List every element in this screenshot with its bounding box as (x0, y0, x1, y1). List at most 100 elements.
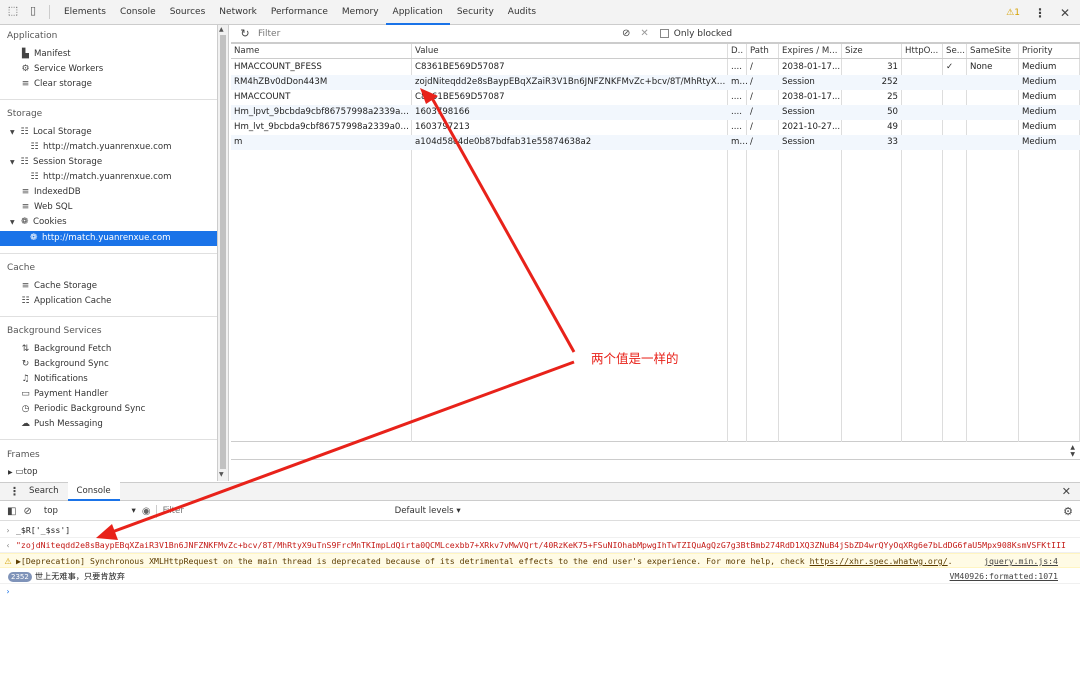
tab-network[interactable]: Network (212, 0, 264, 25)
tab-security[interactable]: Security (450, 0, 501, 25)
inspect-element-icon[interactable]: ⬚ (6, 5, 20, 19)
cell-expires: 2021-10-27... (782, 122, 841, 132)
log-source-link[interactable]: VM40926:formatted:1071 (944, 569, 1058, 583)
console-filter-input[interactable] (162, 504, 383, 518)
sidebar-item-background-fetch[interactable]: ⇅ Background Fetch (20, 342, 112, 357)
sidebar-item-web-sql[interactable]: ≡ Web SQL (20, 200, 73, 215)
warning-help-link[interactable]: https://xhr.spec.whatwg.org/ (810, 556, 948, 566)
clear-all-icon[interactable]: ⊘ (622, 28, 630, 39)
sidebar-item-cache-storage[interactable]: ≡ Cache Storage (20, 279, 97, 294)
tab-elements[interactable]: Elements (57, 0, 113, 25)
cookie-filter-input[interactable] (258, 26, 610, 41)
sidebar-item-cookies[interactable]: ▼ ❁ Cookies (10, 215, 67, 230)
only-blocked-checkbox[interactable] (659, 29, 669, 38)
cell-samesite (967, 135, 1019, 150)
gear-icon: ⚙ (21, 64, 30, 74)
console-settings-icon[interactable]: ⚙ (1063, 505, 1073, 518)
drawer-tab-search[interactable]: Search (20, 482, 68, 501)
table-row[interactable]: Hm_lvt_9bcbda9cbf86757998a2339a04... 1603… (231, 120, 1080, 135)
column-header[interactable]: Se... (943, 44, 967, 59)
expand-arrow-icon[interactable]: ▼ (10, 125, 17, 140)
sidebar-item-notifications[interactable]: ♫ Notifications (20, 372, 87, 387)
console-prompt[interactable]: › (0, 584, 1080, 599)
cell-value: 1603798166 (415, 107, 470, 117)
cell-samesite (967, 120, 1019, 135)
table-row[interactable]: RM4hZBv0dDon443M zojdNiteqdd2e8sBaypEBqXZ… (231, 75, 1080, 90)
sidebar-item-session-storage-origin[interactable]: ☷ http://match.yuanrenxue.com (29, 170, 171, 185)
expand-arrow-icon[interactable]: ▶ (8, 469, 13, 476)
console-toolbar: ◧ ⊘ top▾ ◉ Default levels ▾ ⚙ (0, 502, 1080, 521)
column-header[interactable]: Name (231, 44, 412, 59)
tab-memory[interactable]: Memory (335, 0, 386, 25)
sidebar-item-payment-handler[interactable]: ▭ Payment Handler (20, 387, 108, 402)
scroll-up-icon[interactable]: ▲ (219, 26, 224, 33)
dropdown-arrow-icon: ▾ (131, 506, 136, 516)
tab-performance[interactable]: Performance (264, 0, 335, 25)
tab-audits[interactable]: Audits (501, 0, 543, 25)
section-title-storage: Storage (7, 109, 43, 119)
table-row[interactable]: m a104d58c4de0b87bdfab31e55874638a2 m... / S… (231, 135, 1080, 150)
sidebar-item-indexeddb[interactable]: ≡ IndexedDB (20, 185, 81, 200)
close-drawer-icon[interactable]: ✕ (1062, 485, 1071, 498)
context-selector[interactable]: top ▾ (44, 506, 136, 516)
table-row[interactable]: Hm_lpvt_9bcbda9cbf86757998a2339a0... 1603… (231, 105, 1080, 120)
warning-source-link[interactable]: jquery.min.js:4 (978, 554, 1058, 567)
eye-icon[interactable]: ◉ (142, 506, 151, 517)
column-header[interactable]: HttpO... (902, 44, 943, 59)
column-header[interactable]: D.. (728, 44, 747, 59)
divider (0, 253, 217, 254)
column-header[interactable]: Priority (1019, 44, 1080, 59)
column-header[interactable]: Path (747, 44, 779, 59)
sidebar-item-manifest[interactable]: ▙ Manifest (20, 47, 71, 62)
sidebar-item-local-storage[interactable]: ▼ ☷ Local Storage (10, 125, 92, 140)
scroll-down-icon[interactable]: ▼ (219, 471, 224, 478)
cookie-icon: ❁ (29, 233, 38, 243)
sidebar-item-background-sync[interactable]: ↻ Background Sync (20, 357, 109, 372)
warning-counter[interactable]: ⚠1 (1006, 8, 1020, 18)
delete-selected-icon[interactable]: ✕ (640, 28, 648, 39)
sidebar-item-periodic-background-sync[interactable]: ◷ Periodic Background Sync (20, 402, 146, 417)
table-row[interactable]: HMACCOUNT C8361BE569D57087.... / 2038-01-17… (231, 90, 1080, 105)
expand-arrow-icon[interactable]: ▼ (10, 215, 17, 230)
cell-value: C8361BE569D57087 (415, 62, 505, 72)
credit-card-icon: ▭ (21, 389, 30, 399)
scrollbar-thumb[interactable] (220, 35, 226, 469)
cell-priority: Medium (1022, 107, 1057, 117)
table-row[interactable]: HMACCOUNT_BFESS C8361BE569D57087.... / 2038… (231, 60, 1080, 75)
devtools-tab-bar: ⬚ ▯ Elements Console Sources Network Per… (0, 0, 1080, 25)
column-header[interactable]: Size (842, 44, 902, 59)
sidebar-scrollbar[interactable]: ▲ ▼ (218, 25, 229, 481)
database-icon: ≡ (21, 79, 30, 89)
cell-samesite (967, 105, 1019, 120)
expand-arrow-icon[interactable]: ▼ (10, 155, 17, 170)
sidebar-item-frame-top[interactable]: ▶ ▭top (8, 467, 38, 477)
sidebar-item-application-cache[interactable]: ☷ Application Cache (20, 294, 111, 309)
column-header[interactable]: Expires / M... (779, 44, 842, 59)
grid-icon: ☷ (21, 296, 30, 306)
tab-console[interactable]: Console (113, 0, 163, 25)
drawer-menu-icon[interactable]: ⋮ (9, 485, 20, 498)
sidebar-item-cookies-origin[interactable]: ❁ http://match.yuanrenxue.com (0, 231, 217, 246)
column-header[interactable]: SameSite (967, 44, 1019, 59)
drawer-tab-console[interactable]: Console (67, 482, 120, 501)
tab-sources[interactable]: Sources (163, 0, 213, 25)
cell-samesite (967, 75, 1019, 90)
sidebar-item-local-storage-origin[interactable]: ☷ http://match.yuanrenxue.com (29, 140, 171, 155)
tab-application[interactable]: Application (385, 0, 450, 25)
sidebar-item-clear-storage[interactable]: ≡ Clear storage (20, 77, 92, 92)
more-options-icon[interactable]: ⋮ (1034, 6, 1046, 20)
log-levels-dropdown[interactable]: Default levels ▾ (395, 506, 461, 516)
column-header[interactable]: Value (412, 44, 728, 59)
device-toolbar-icon[interactable]: ▯ (26, 5, 40, 19)
sidebar-item-push-messaging[interactable]: ☁ Push Messaging (20, 417, 103, 432)
refresh-icon[interactable]: ↻ (238, 28, 252, 39)
sidebar-item-service-workers[interactable]: ⚙ Service Workers (20, 62, 103, 77)
cell-priority: Medium (1022, 122, 1057, 132)
close-icon[interactable]: ✕ (1060, 6, 1070, 20)
sidebar-toggle-icon[interactable]: ◧ (7, 506, 16, 517)
resize-arrows-icon[interactable]: ▲ ▼ (1070, 444, 1075, 458)
sidebar-item-session-storage[interactable]: ▼ ☷ Session Storage (10, 155, 102, 170)
cell-domain: .... (731, 92, 742, 102)
cell-value: a104d58c4de0b87bdfab31e55874638a2 (415, 137, 592, 147)
clear-console-icon[interactable]: ⊘ (23, 506, 31, 517)
